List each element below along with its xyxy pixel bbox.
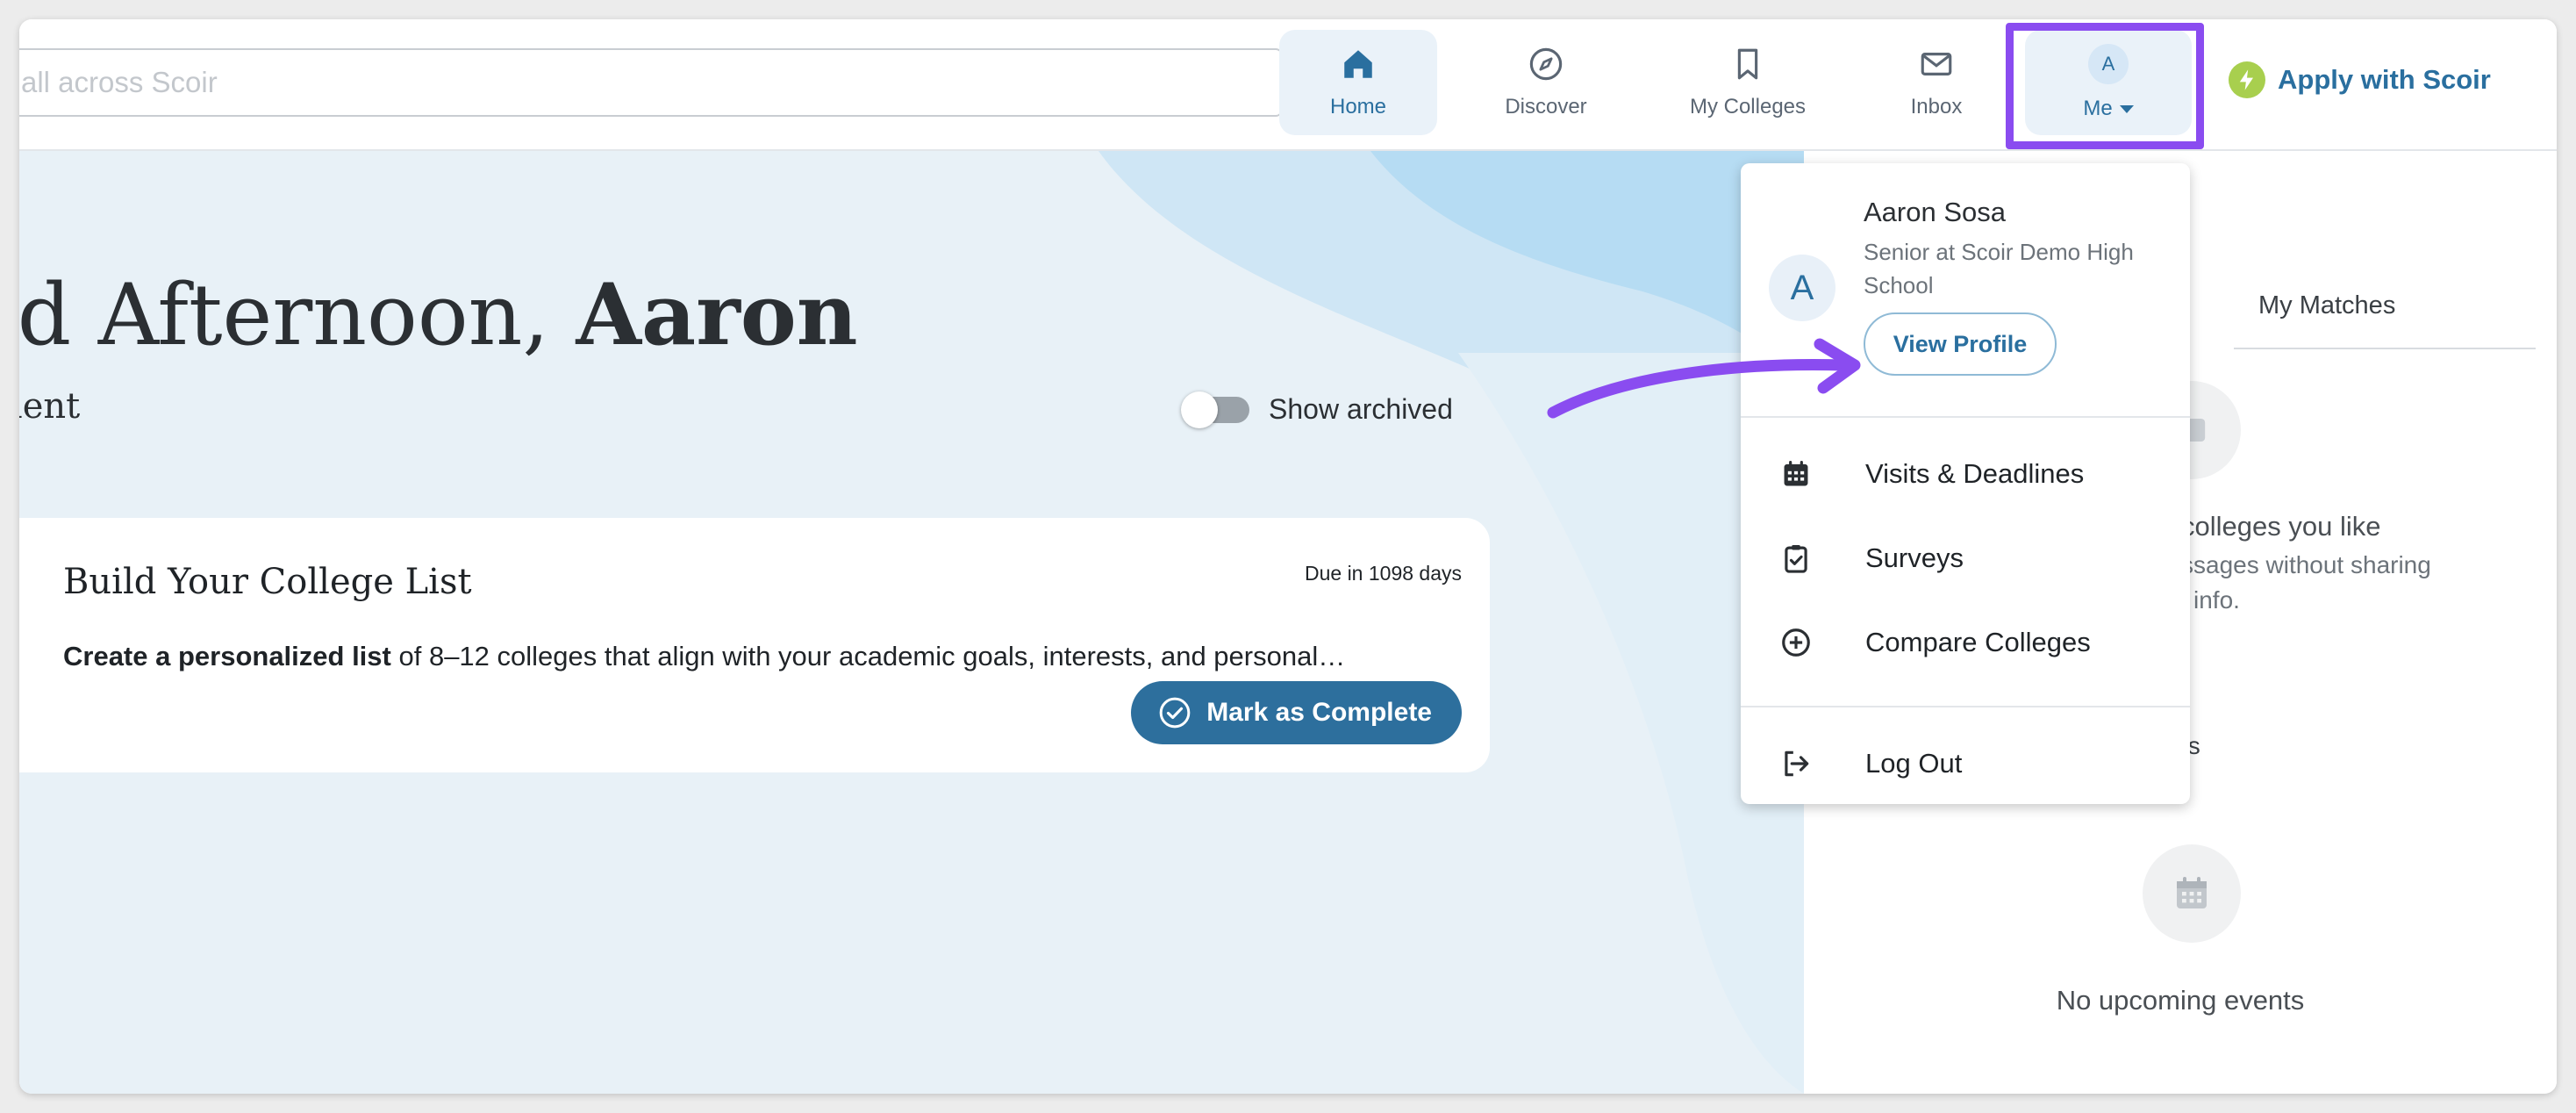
nav-my-colleges-label: My Colleges	[1689, 95, 1807, 118]
matches-empty-subtext: ssages without sharing	[2181, 551, 2431, 578]
nav-home-label: Home	[1329, 95, 1387, 118]
profile-dropdown-menu: A Aaron Sosa Senior at Scoir Demo High S…	[1741, 163, 2190, 804]
task-description-bold: Create a personalized list	[63, 641, 391, 671]
task-description: Create a personalized list of 8–12 colle…	[63, 641, 1397, 672]
nav-home[interactable]: Home	[1279, 30, 1437, 135]
nav-me-label: Me	[2083, 97, 2113, 120]
menu-item-label: Compare Colleges	[1865, 627, 2091, 657]
compass-icon	[1529, 47, 1563, 81]
menu-item-label: Surveys	[1865, 542, 1964, 573]
mark-as-complete-button[interactable]: Mark as Complete	[1131, 681, 1462, 744]
bookmark-icon	[1737, 48, 1758, 80]
no-events-text: No upcoming events	[2056, 985, 2305, 1016]
page-title: od Afternoon, Aaron	[19, 265, 858, 364]
avatar: A	[2088, 44, 2129, 84]
nav-discover[interactable]: Discover	[1467, 30, 1625, 135]
plus-circle-icon	[1782, 628, 1810, 657]
nav-me[interactable]: A Me	[2025, 30, 2192, 135]
nav-inbox-label: Inbox	[1910, 95, 1963, 118]
greeting-name: Aaron	[576, 265, 858, 364]
apply-label: Apply with Scoir	[2278, 64, 2491, 95]
tab-my-matches[interactable]: My Matches	[2258, 291, 2395, 320]
profile-name: Aaron Sosa	[1864, 197, 2006, 227]
mail-icon	[1921, 53, 1952, 75]
toggle-knob	[1181, 391, 1218, 428]
nav-me-label-wrap: Me	[2083, 97, 2134, 121]
matches-empty-text: colleges you like	[2181, 511, 2381, 542]
menu-item-surveys[interactable]: Surveys	[1741, 523, 2190, 593]
show-archived-label: Show archived	[1269, 393, 1453, 425]
search-input[interactable]	[21, 66, 1281, 99]
app-window: Home Discover My Colleges Inbox A Me	[19, 19, 2557, 1094]
due-date: Due in 1098 days	[1304, 562, 1462, 585]
apply-with-scoir-button[interactable]: Apply with Scoir	[2229, 61, 2491, 98]
calendar-empty-icon	[2143, 844, 2241, 943]
tab-divider	[2234, 348, 2536, 349]
task-description-rest: of 8–12 colleges that align with your ac…	[390, 641, 1346, 671]
main-content: od Afternoon, Aaron nment Show archived …	[19, 151, 1804, 1094]
menu-item-label: Log Out	[1865, 748, 1963, 779]
task-title: Build Your College List	[63, 562, 472, 602]
matches-empty-subtext-2: l info.	[2181, 586, 2240, 614]
task-card: Build Your College List Due in 1098 days…	[19, 518, 1490, 772]
menu-item-visits-deadlines[interactable]: Visits & Deadlines	[1741, 439, 2190, 509]
menu-divider	[1741, 706, 2190, 707]
profile-avatar: A	[1769, 255, 1835, 321]
menu-item-label: Visits & Deadlines	[1865, 458, 2085, 489]
nav-inbox[interactable]: Inbox	[1853, 30, 2020, 135]
profile-role: Senior at Scoir Demo High School	[1864, 239, 2134, 298]
clipboard-check-icon	[1785, 544, 1807, 573]
home-icon	[1344, 50, 1372, 78]
caret-down-icon	[2119, 104, 2134, 113]
check-circle-icon	[1159, 697, 1191, 729]
menu-divider	[1741, 416, 2190, 418]
logout-icon	[1785, 750, 1809, 777]
nav-my-colleges[interactable]: My Colleges	[1651, 30, 1844, 135]
toggle-switch[interactable]	[1181, 391, 1249, 428]
greeting-prefix: od Afternoon,	[19, 266, 576, 364]
view-profile-button[interactable]: View Profile	[1864, 312, 2057, 376]
mark-as-complete-label: Mark as Complete	[1206, 698, 1432, 727]
menu-item-compare-colleges[interactable]: Compare Colleges	[1741, 607, 2190, 678]
top-nav-bar: Home Discover My Colleges Inbox A Me	[19, 19, 2557, 151]
nav-discover-label: Discover	[1505, 95, 1587, 118]
show-archived-toggle[interactable]: Show archived	[1181, 391, 1453, 428]
calendar-icon	[1784, 460, 1808, 486]
menu-item-log-out[interactable]: Log Out	[1741, 729, 2190, 799]
section-heading: nment	[19, 386, 81, 427]
lightning-icon	[2229, 61, 2265, 98]
search-box[interactable]	[19, 48, 1283, 117]
